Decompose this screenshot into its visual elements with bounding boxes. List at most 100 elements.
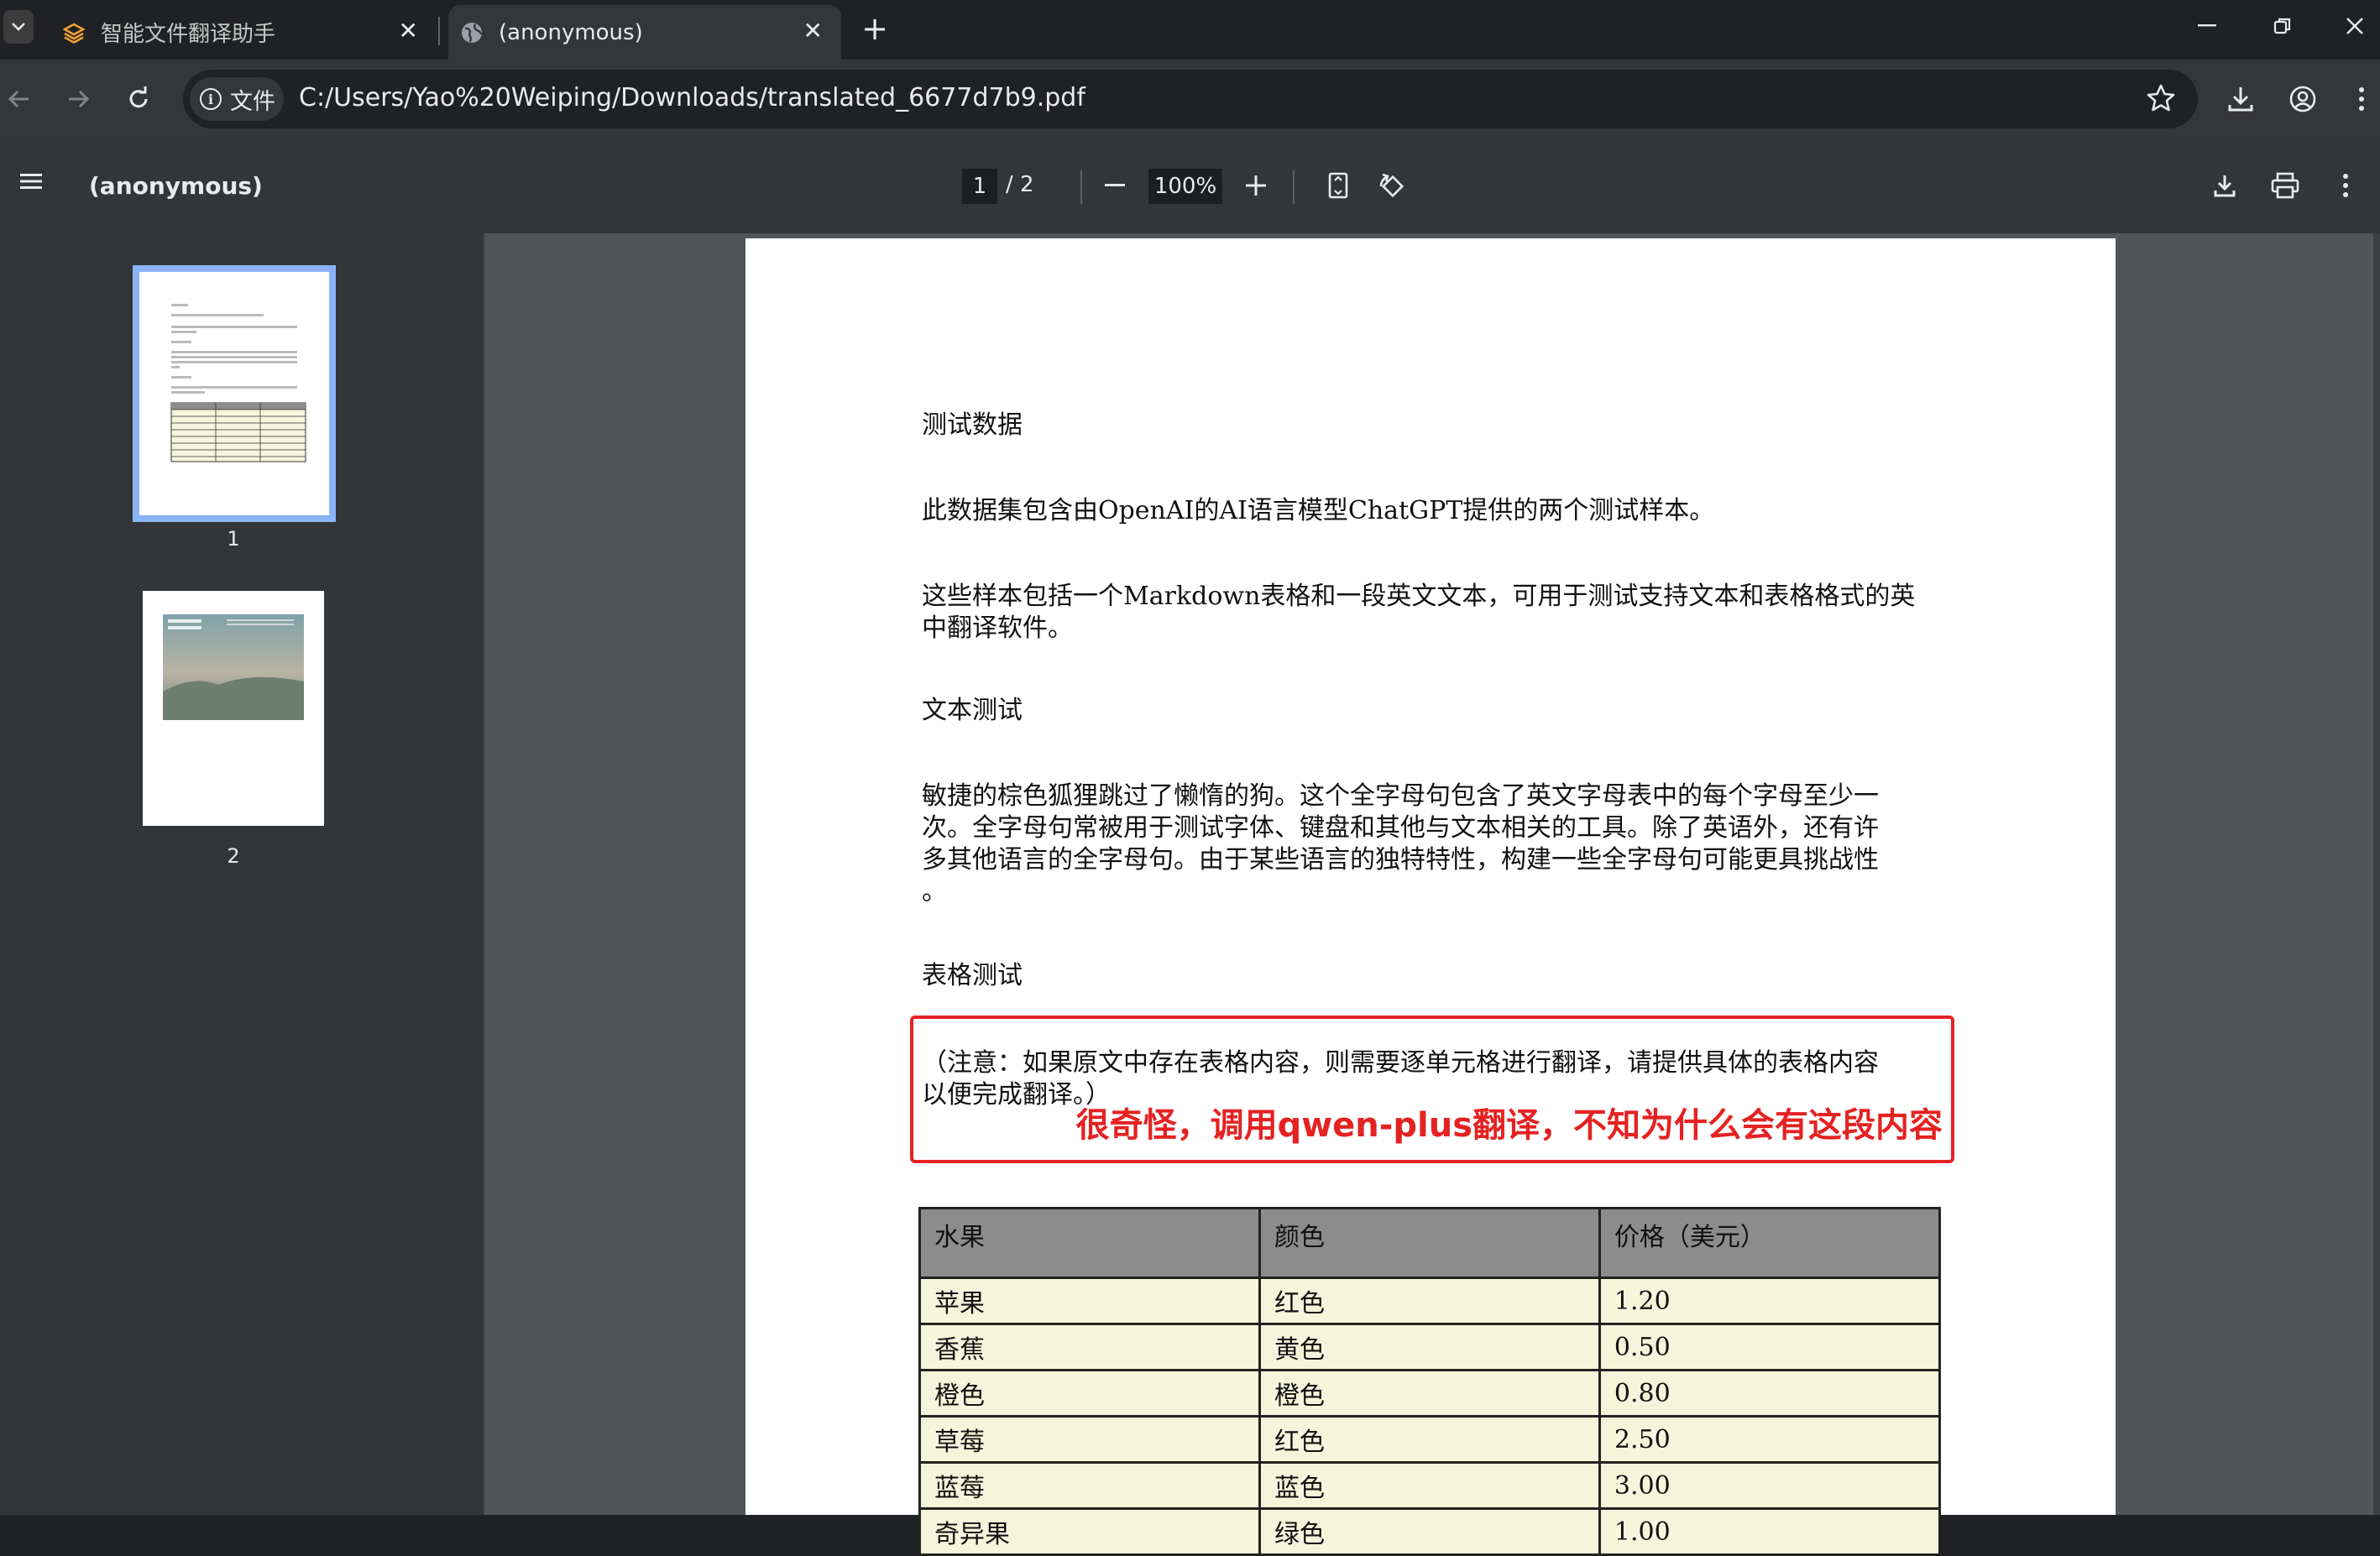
thumbnail-sidebar: 1 2	[0, 233, 485, 1515]
more-vert-icon	[2359, 87, 2364, 111]
info-icon: i	[200, 88, 222, 110]
table-cell: 蓝色	[1258, 1461, 1601, 1510]
table-row: 草莓 红色 2.50	[918, 1415, 1942, 1464]
table-row: 奇异果 绿色 1.00	[918, 1507, 1942, 1556]
close-window-button[interactable]	[2317, 5, 2380, 47]
browser-menu-button[interactable]	[2342, 80, 2380, 118]
table-row: 蓝莓 蓝色 3.00	[918, 1461, 1942, 1510]
zoom-level-input[interactable]: 100%	[1148, 169, 1222, 204]
reload-button[interactable]	[119, 80, 158, 118]
tab-search-button[interactable]	[3, 10, 34, 44]
tab-translator[interactable]: 智能文件翻译助手 ✕	[50, 5, 437, 60]
table-cell: 香蕉	[918, 1323, 1261, 1371]
zoom-in-button[interactable]	[1237, 167, 1274, 204]
forward-arrow-icon	[69, 90, 90, 108]
close-icon[interactable]: ✕	[803, 17, 823, 44]
url-text[interactable]: C:/Users/Yao%20Weiping/Downloads/transla…	[299, 83, 1085, 112]
tab-title: 智能文件翻译助手	[101, 22, 276, 47]
tab-divider	[438, 17, 440, 45]
fruit-table: 水果 颜色 价格（美元） 苹果 红色 1.20 香蕉 黄色 0.50 橙色 橙色…	[918, 1207, 1942, 1556]
table-header-cell: 价格（美元）	[1598, 1207, 1942, 1279]
paragraph-samples-line: 这些样本包括一个Markdown表格和一段英文文本，可用于测试支持文本和表格格式…	[922, 582, 1916, 611]
pdf-title: (anonymous)	[89, 172, 263, 200]
plus-icon	[1246, 175, 1266, 196]
table-cell: 绿色	[1258, 1507, 1601, 1556]
table-cell: 橙色	[918, 1369, 1261, 1418]
table-header-row: 水果 颜色 价格（美元）	[918, 1207, 1942, 1279]
back-arrow-icon	[8, 90, 29, 108]
page-count: / 2	[1006, 172, 1034, 197]
downloads-button[interactable]	[2221, 80, 2260, 118]
thumbnail-preview	[170, 304, 306, 462]
table-row: 香蕉 黄色 0.50	[918, 1323, 1942, 1371]
tab-strip: 智能文件翻译助手 ✕ (anonymous) ✕ +	[0, 0, 2380, 60]
document-area[interactable]: 测试数据 此数据集包含由OpenAI的AI语言模型ChatGPT提供的两个测试样…	[485, 233, 2380, 1556]
zoom-out-button[interactable]	[1096, 167, 1133, 204]
menu-icon[interactable]	[18, 169, 44, 197]
profile-icon	[2289, 86, 2316, 112]
new-tab-button[interactable]: +	[856, 10, 893, 47]
rotate-button[interactable]	[1373, 167, 1410, 204]
back-button[interactable]	[0, 80, 39, 118]
table-row: 苹果 红色 1.20	[918, 1277, 1942, 1325]
toolbar-divider	[1080, 170, 1082, 204]
download-icon	[2214, 175, 2236, 197]
thumbnail-preview	[163, 614, 304, 720]
thumbnail-label: 1	[227, 527, 240, 551]
table-cell: 1.00	[1598, 1507, 1942, 1556]
restore-button[interactable]	[2245, 5, 2320, 47]
minimize-button[interactable]	[2169, 5, 2245, 47]
download-icon	[2228, 87, 2253, 112]
page-thumbnail-2[interactable]	[143, 591, 324, 826]
close-icon[interactable]: ✕	[399, 17, 418, 44]
thumbnail-label: 2	[227, 844, 240, 868]
table-cell: 2.50	[1598, 1415, 1942, 1464]
table-cell: 奇异果	[918, 1507, 1261, 1556]
paragraph-samples-line: 中翻译软件。	[922, 614, 1073, 643]
page-thumbnail-1[interactable]	[133, 265, 336, 522]
profile-button[interactable]	[2283, 80, 2322, 118]
table-cell: 草莓	[918, 1415, 1261, 1464]
table-header-cell: 颜色	[1258, 1207, 1601, 1279]
pdf-more-button[interactable]	[2327, 167, 2364, 204]
print-icon	[2271, 172, 2299, 199]
fit-page-icon	[1328, 172, 1348, 199]
print-button[interactable]	[2267, 167, 2304, 204]
site-info-label: 文件	[230, 88, 275, 115]
table-cell: 黄色	[1258, 1323, 1601, 1371]
site-info-chip[interactable]: i 文件	[190, 77, 284, 121]
heading-text-test: 文本测试	[922, 696, 1023, 725]
scrollbar[interactable]	[2373, 233, 2380, 1515]
page-number-input[interactable]: 1	[962, 169, 997, 204]
table-header-cell: 水果	[918, 1207, 1261, 1279]
table-row: 橙色 橙色 0.80	[918, 1369, 1942, 1418]
forward-button[interactable]	[59, 80, 97, 118]
bookmark-star-icon[interactable]	[2146, 83, 2176, 117]
table-cell: 苹果	[918, 1277, 1261, 1325]
table-cell: 1.20	[1598, 1277, 1942, 1325]
tab-pdf[interactable]: (anonymous) ✕	[448, 5, 841, 60]
fit-page-button[interactable]	[1320, 167, 1357, 204]
toolbar-divider	[1293, 170, 1295, 204]
table-cell: 红色	[1258, 1277, 1601, 1325]
address-bar[interactable]: i 文件 C:/Users/Yao%20Weiping/Downloads/tr…	[183, 70, 2198, 128]
paragraph-pangram-line: 多其他语言的全字母句。由于某些语言的独特特性，构建一些全字母句可能更具挑战性	[922, 845, 1879, 875]
annotation-box: 很奇怪，调用qwen-plus翻译，不知为什么会有这段内容	[910, 1016, 1954, 1163]
pdf-toolbar: (anonymous) 1 / 2 100%	[0, 138, 2380, 233]
table-cell: 0.50	[1598, 1323, 1942, 1371]
more-vert-icon	[2343, 174, 2348, 197]
pdf-download-button[interactable]	[2206, 167, 2243, 204]
pdf-page: 测试数据 此数据集包含由OpenAI的AI语言模型ChatGPT提供的两个测试样…	[745, 238, 2116, 1556]
paragraph-pangram-line: 敏捷的棕色狐狸跳过了懒惰的狗。这个全字母句包含了英文字母表中的每个字母至少一	[922, 781, 1879, 811]
paragraph-pangram-line: 次。全字母句常被用于测试字体、键盘和其他与文本相关的工具。除了英语外，还有许	[922, 813, 1879, 843]
browser-toolbar: i 文件 C:/Users/Yao%20Weiping/Downloads/tr…	[0, 60, 2380, 138]
heading-test-data: 测试数据	[922, 410, 1023, 440]
globe-icon	[460, 21, 484, 44]
tab-title: (anonymous)	[499, 19, 643, 45]
table-cell: 红色	[1258, 1415, 1601, 1464]
paragraph-pangram-line: 。	[922, 877, 947, 906]
layers-icon	[62, 21, 86, 44]
rotate-icon	[1379, 173, 1404, 198]
table-cell: 0.80	[1598, 1369, 1942, 1418]
table-cell: 3.00	[1598, 1461, 1942, 1510]
